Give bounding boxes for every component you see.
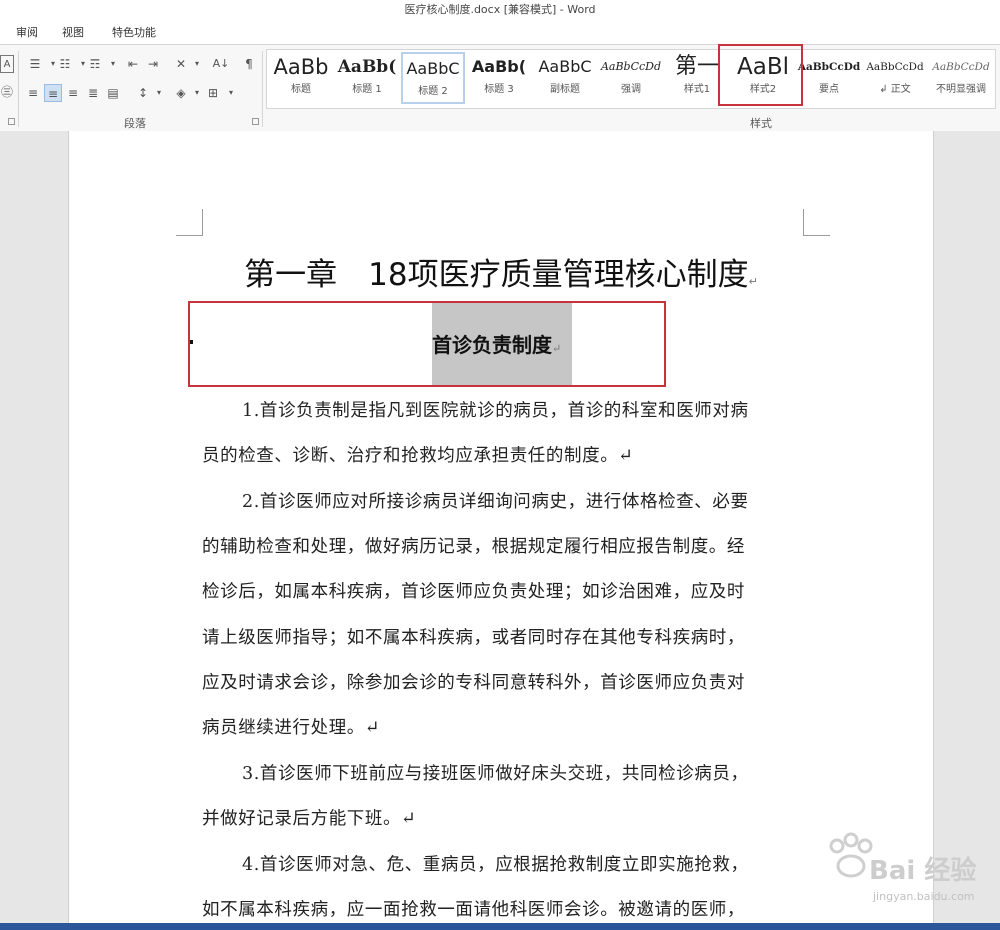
document-page: 第一章 18项医疗质量管理核心制度↵ 首诊负责制度↵ 1.首诊负责制是指凡到医院… <box>68 131 934 923</box>
body-line: 员的检查、诊断、治疗和抢救均应承担责任的制度。↵ <box>202 446 634 466</box>
multilevel-list-icon[interactable]: ☶ <box>86 55 104 73</box>
ribbon-separator <box>18 51 19 127</box>
style-emphasis[interactable]: AaBbCcDd 强调 <box>599 52 663 104</box>
ribbon-separator <box>262 51 263 127</box>
phonetic-guide-icon[interactable]: ㊂ <box>0 83 14 101</box>
line-spacing-dropdown-icon[interactable]: ▾ <box>150 84 168 102</box>
chinese-layout-dropdown-icon[interactable]: ▾ <box>188 55 206 73</box>
body-line: 并做好记录后方能下班。↵ <box>202 809 417 829</box>
heading-highlight-box <box>188 301 666 387</box>
watermark-url: jingyan.baidu.com <box>873 890 975 903</box>
align-left-icon[interactable]: ≡ <box>24 84 42 102</box>
body-line: 请上级医师指导；如不属本科疾病，或者同时存在其他专科疾病时， <box>202 628 745 648</box>
watermark-text: Bai 经验 <box>869 856 977 886</box>
paragraph-group-label: 段落 <box>124 117 146 130</box>
multilevel-dropdown-icon[interactable]: ▾ <box>104 55 122 73</box>
increase-indent-icon[interactable]: ⇥ <box>144 55 162 73</box>
tab-review[interactable]: 审阅 <box>16 24 38 40</box>
font-dialog-launcher-icon[interactable] <box>8 118 15 125</box>
document-area: 第一章 18项医疗质量管理核心制度↵ 首诊负责制度↵ 1.首诊负责制是指凡到医院… <box>0 131 1000 923</box>
styles-group-label: 样式 <box>750 117 772 130</box>
body-line: 1.首诊负责制是指凡到医院就诊的病员，首诊的科室和医师对病 <box>242 401 749 421</box>
body-line: 病员继续进行处理。↵ <box>202 718 381 738</box>
window-title: 医疗核心制度.docx [兼容模式] - Word <box>0 0 1000 20</box>
ribbon: A ㊂ ☰ ▾ ☷ ▾ ☶ ▾ ⇤ ⇥ ✕ ▾ A↓ ¶ ≡ ≡ ≡ ≣ ▤ ↕… <box>0 44 1000 132</box>
show-marks-icon[interactable]: ¶ <box>240 55 258 73</box>
style-heading-1[interactable]: AaBb( 标题 1 <box>335 52 399 104</box>
body-line: 3.首诊医师下班前应与接班医师做好床头交班，共同检诊病员， <box>242 764 749 784</box>
justify-icon[interactable]: ≣ <box>84 84 102 102</box>
document-title: 第一章 18项医疗质量管理核心制度↵ <box>244 257 758 293</box>
numbering-icon[interactable]: ☷ <box>56 55 74 73</box>
tab-special-features[interactable]: 特色功能 <box>112 24 156 40</box>
borders-dropdown-icon[interactable]: ▾ <box>222 84 240 102</box>
style-normal[interactable]: AaBbCcDd ↲ 正文 <box>863 52 927 104</box>
baidu-watermark: Bai 经验 jingyan.baidu.com <box>825 822 995 912</box>
style-strong[interactable]: AaBbCcDd 要点 <box>797 52 861 104</box>
style-heading-2[interactable]: AaBbC 标题 2 <box>401 52 465 104</box>
style-heading-3[interactable]: AaBb( 标题 3 <box>467 52 531 104</box>
align-center-icon[interactable]: ≡ <box>44 84 62 102</box>
text-box-icon[interactable]: A <box>0 55 14 73</box>
borders-icon[interactable]: ⊞ <box>204 84 222 102</box>
ribbon-tabs: 审阅 视图 特色功能 <box>0 20 1000 44</box>
body-line: 检诊后，如属本科疾病，首诊医师应负责处理；如诊治困难，应及时 <box>202 582 745 602</box>
body-line: 2.首诊医师应对所接诊病员详细询问病史，进行体格检查、必要 <box>242 492 749 512</box>
distributed-icon[interactable]: ▤ <box>104 84 122 102</box>
style-subtle-emphasis[interactable]: AaBbCcDd 不明显强调 <box>929 52 993 104</box>
decrease-indent-icon[interactable]: ⇤ <box>124 55 142 73</box>
bullets-icon[interactable]: ☰ <box>26 55 44 73</box>
margin-corner-mark <box>176 209 203 236</box>
style2-highlight-box <box>718 44 803 106</box>
paw-icon <box>829 832 873 878</box>
body-line: 4.首诊医师对急、危、重病员，应根据抢救制度立即实施抢救， <box>242 855 749 875</box>
body-line: 的辅助检查和处理，做好病历记录，根据规定履行相应报告制度。经 <box>202 537 745 557</box>
margin-corner-mark <box>803 209 830 236</box>
style-title[interactable]: AaBb 标题 <box>269 52 333 104</box>
status-bar <box>0 923 1000 930</box>
tab-view[interactable]: 视图 <box>62 24 84 40</box>
style-subtitle[interactable]: AaBbC 副标题 <box>533 52 597 104</box>
align-right-icon[interactable]: ≡ <box>64 84 82 102</box>
body-line: 应及时请求会诊，除参加会诊的专科同意转科外，首诊医师应负责对 <box>202 673 745 693</box>
paragraph-dialog-launcher-icon[interactable] <box>252 118 259 125</box>
body-line: 如不属本科疾病，应一面抢救一面请他科医师会诊。被邀请的医师， <box>202 900 745 920</box>
styles-gallery: AaBb 标题 AaBb( 标题 1 AaBbC 标题 2 AaBb( 标题 3… <box>266 49 996 109</box>
sort-icon[interactable]: A↓ <box>212 55 230 73</box>
